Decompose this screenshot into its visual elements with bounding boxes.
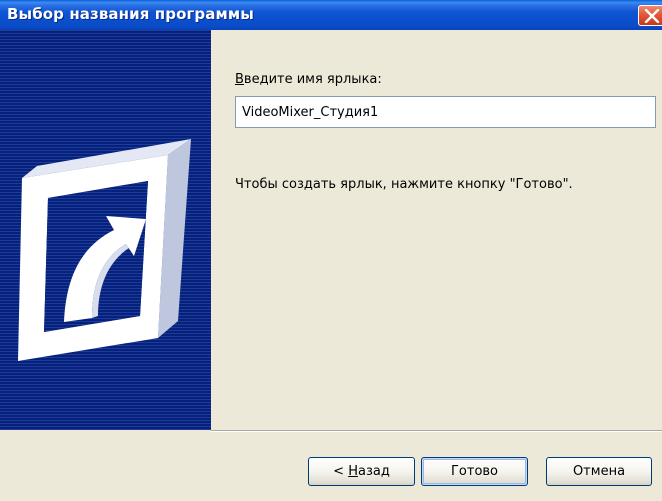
back-button[interactable]: < Назад [308,457,415,486]
wizard-dialog: Выбор названия программы Введите имя ярл… [0,0,662,501]
window-title: Выбор названия программы [7,5,254,23]
shortcut-name-input[interactable] [235,96,656,128]
cancel-button[interactable]: Отмена [546,457,652,486]
footer-divider [211,430,662,432]
instruction-text: Чтобы создать ярлык, нажмите кнопку "Гот… [235,177,573,192]
back-accelerator: Н [348,464,358,479]
close-icon [644,9,660,23]
title-bar[interactable]: Выбор названия программы [0,0,662,30]
wizard-side-banner [0,30,211,430]
back-label: азад [357,464,390,479]
shortcut-arrow-icon [18,139,191,361]
finish-button[interactable]: Готово [421,457,528,486]
shortcut-name-label: Введите имя ярлыка: [235,72,382,87]
label-text: ведите имя ярлыка: [243,72,382,87]
close-button[interactable] [638,5,662,26]
back-prefix: < [333,464,349,479]
label-accelerator: В [235,72,244,87]
